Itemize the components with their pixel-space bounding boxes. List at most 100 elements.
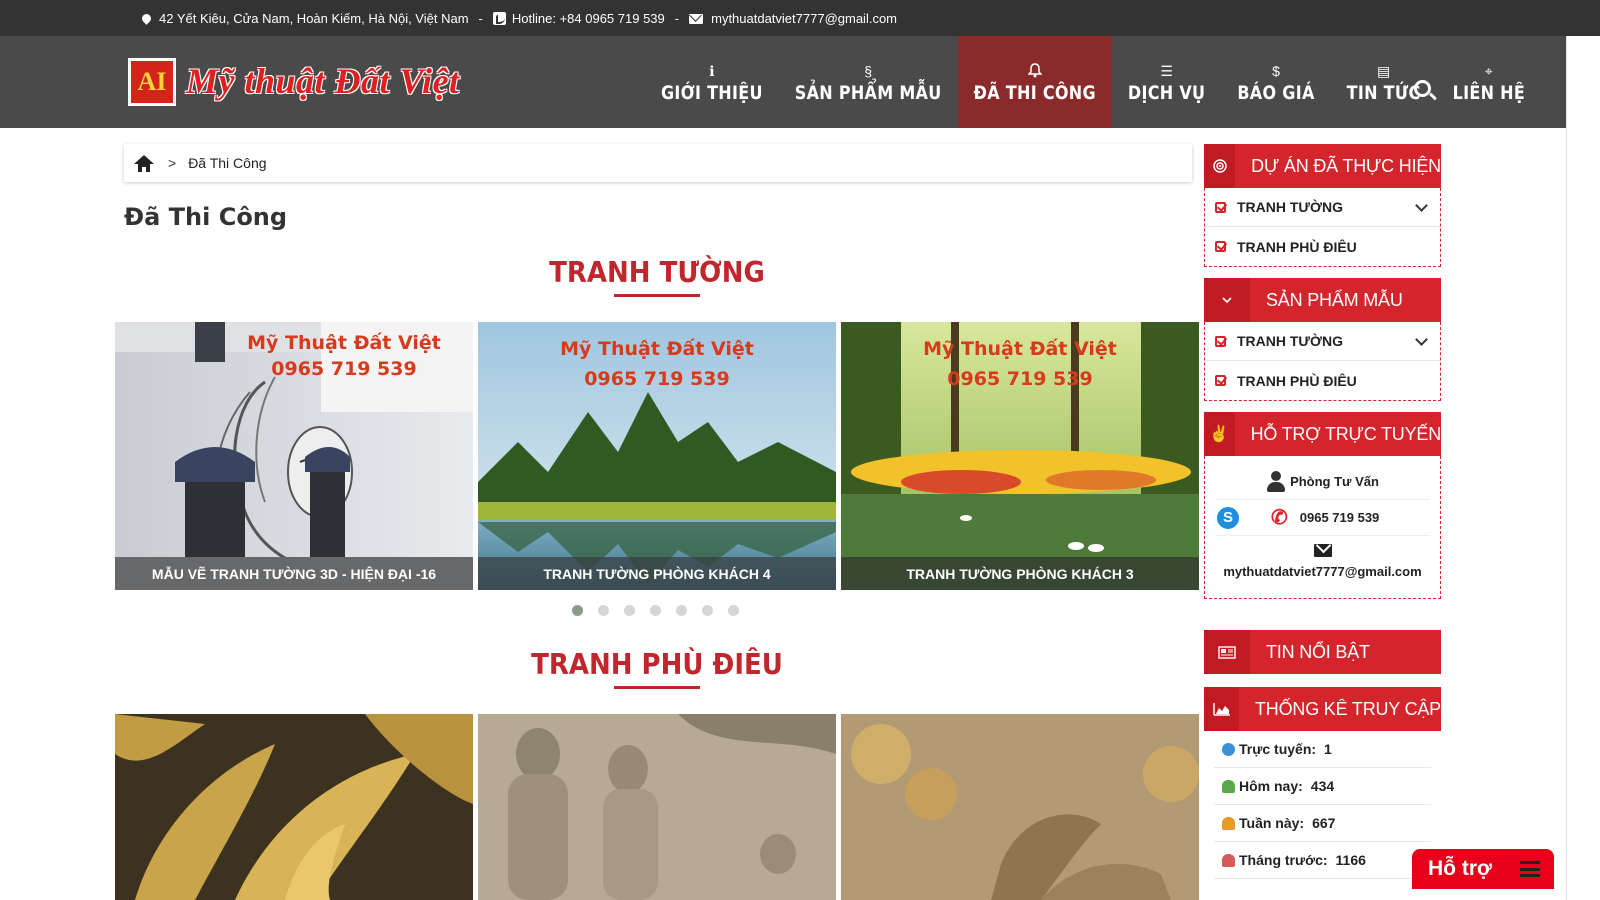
map-marker-icon: [140, 12, 153, 25]
scrollbar[interactable]: [1566, 36, 1600, 900]
check-square-icon: [1215, 335, 1226, 347]
sidebar-stats: THỐNG KÊ TRUY CẬP Trực tuyến: 1 Hôm nay:…: [1204, 687, 1441, 879]
watermark-name: Mỹ Thuật Đất Việt: [923, 338, 1117, 360]
breadcrumb: > Đã Thi Công: [124, 144, 1192, 182]
sidebar-item-tranh-phu-dieu[interactable]: TRANH PHÙ ĐIÊU: [1205, 361, 1440, 400]
sidebar-support: ✌ HỖ TRỢ TRỰC TUYẾN Phòng Tư Vấn S ✆ 096…: [1204, 412, 1441, 599]
watermark-phone: 0965 719 539: [271, 358, 417, 380]
search-icon[interactable]: [1414, 80, 1431, 97]
user-icon: [1222, 816, 1235, 830]
carousel-dots: [572, 605, 739, 616]
nav-label: LIÊN HỆ: [1452, 81, 1526, 103]
sidebar-samples: SẢN PHẨM MẪU TRANH TƯỜNG TRANH PHÙ ĐIÊU: [1204, 278, 1441, 401]
stat-row-online: Trực tuyến: 1: [1214, 731, 1431, 768]
user-icon: [1266, 470, 1286, 493]
sidebar-item-label: TRANH TƯỜNG: [1237, 199, 1343, 215]
separator: -: [478, 11, 483, 26]
dollar-icon: $: [1272, 62, 1280, 79]
card-caption: TRANH TƯỜNG PHÒNG KHÁCH 4: [478, 557, 836, 590]
stat-value: 1: [1324, 741, 1332, 757]
section-title-reliefs: TRANH PHÙ ĐIÊU: [531, 648, 783, 682]
breadcrumb-current: Đã Thi Công: [188, 155, 267, 171]
nav-label: GIỚI THIỆU: [661, 81, 763, 103]
carousel-dot[interactable]: [624, 605, 635, 616]
carousel-dot[interactable]: [728, 605, 739, 616]
envelope-icon: [1313, 543, 1332, 557]
sidebar-samples-header: SẢN PHẨM MẪU: [1204, 278, 1441, 322]
server-icon: ☰: [1160, 62, 1173, 79]
sidebar-support-header: ✌ HỖ TRỢ TRỰC TUYẾN: [1204, 412, 1441, 456]
sidebar-item-label: TRANH PHÙ ĐIÊU: [1237, 372, 1357, 389]
support-email[interactable]: mythuatdatviet7777@gmail.com: [1215, 564, 1430, 586]
email-link[interactable]: mythuatdatviet7777@gmail.com: [711, 11, 897, 26]
sidebar-item-tranh-tuong[interactable]: TRANH TƯỜNG: [1205, 188, 1440, 227]
stats-list: Trực tuyến: 1 Hôm nay: 434 Tuần này: 667…: [1204, 731, 1441, 879]
nav-item-san-pham-mau[interactable]: § SẢN PHẨM MẪU: [779, 36, 958, 128]
bell-icon: [1026, 62, 1043, 79]
spiral-icon: §: [864, 62, 873, 79]
stat-row-today: Hôm nay: 434: [1214, 768, 1431, 805]
gallery-card[interactable]: [841, 714, 1199, 900]
section-title-murals: TRANH TƯỜNG: [549, 256, 765, 290]
watermark-phone: 0965 719 539: [947, 368, 1093, 390]
golden-relief-image: [115, 714, 473, 900]
carousel-dot[interactable]: [598, 605, 609, 616]
watermark-name: Mỹ Thuật Đất Việt: [247, 332, 441, 354]
chevron-down-icon[interactable]: [1415, 199, 1428, 212]
address-text: 42 Yết Kiêu, Cửa Nam, Hoàn Kiếm, Hà Nội,…: [159, 11, 469, 26]
gallery-card[interactable]: Mỹ Thuật Đất Việt 0965 719 539 TRANH TƯỜ…: [841, 322, 1199, 590]
carousel-dot[interactable]: [676, 605, 687, 616]
home-icon[interactable]: [134, 154, 154, 172]
envelope-icon: [689, 13, 704, 24]
peacock-relief-image: [841, 714, 1199, 900]
nav-item-gioi-thieu[interactable]: ℹ GIỚI THIỆU: [645, 36, 779, 128]
hotline-number[interactable]: +84 0965 719 539: [560, 11, 665, 26]
carousel-dot[interactable]: [572, 605, 583, 616]
nav-item-da-thi-cong[interactable]: ĐÃ THI CÔNG: [957, 36, 1112, 128]
sidebar-item-label: TRANH TƯỜNG: [1237, 333, 1343, 349]
stat-label: Trực tuyến:: [1239, 741, 1317, 757]
support-contact: S ✆ 0965 719 539: [1215, 500, 1430, 536]
gallery-card[interactable]: [478, 714, 836, 900]
stat-label: Hôm nay:: [1239, 778, 1303, 794]
sidebar-projects: DỰ ÁN ĐÃ THỰC HIỆN TRANH TƯỜNG TRANH PHÙ…: [1204, 144, 1441, 267]
support-chat-button[interactable]: Hỗ trợ: [1412, 849, 1554, 889]
carousel-dot[interactable]: [702, 605, 713, 616]
logo-mark[interactable]: AI: [128, 58, 176, 106]
support-icon: ✌: [1204, 412, 1235, 456]
logo-text[interactable]: Mỹ thuật Đất Việt: [186, 60, 460, 102]
watermark-phone: 0965 719 539: [584, 368, 730, 390]
support-phone[interactable]: 0965 719 539: [1300, 510, 1380, 525]
topbar: 42 Yết Kiêu, Cửa Nam, Hoàn Kiếm, Hà Nội,…: [0, 0, 1600, 36]
sidebar-item-tranh-tuong[interactable]: TRANH TƯỜNG: [1205, 322, 1440, 361]
check-square-icon: [1215, 241, 1226, 252]
sidebar-title: DỰ ÁN ĐÃ THỰC HIỆN: [1251, 155, 1441, 176]
nav-label: BÁO GIÁ: [1237, 81, 1315, 103]
stat-row-week: Tuần này: 667: [1214, 805, 1431, 842]
nav-item-bao-gia[interactable]: $ BÁO GIÁ: [1221, 36, 1330, 128]
support-dept-label: Phòng Tư Vấn: [1290, 474, 1379, 489]
chevron-down-icon[interactable]: [1415, 333, 1428, 346]
nav-item-lien-he[interactable]: ⌖ LIÊN HỆ: [1437, 36, 1541, 128]
chevron-down-icon[interactable]: [1204, 278, 1250, 322]
sidebar-item-tranh-phu-dieu[interactable]: TRANH PHÙ ĐIÊU: [1205, 227, 1440, 266]
gallery-card[interactable]: Mỹ Thuật Đất Việt 0965 719 539 MẪU VẼ TR…: [115, 322, 473, 590]
mural-gallery: Mỹ Thuật Đất Việt 0965 719 539 MẪU VẼ TR…: [115, 322, 1199, 590]
newspaper-icon: ▤: [1377, 62, 1391, 79]
separator: -: [674, 11, 680, 26]
stat-label: Tháng trước:: [1239, 852, 1328, 868]
section-underline: [614, 686, 700, 689]
sidebar-projects-header: DỰ ÁN ĐÃ THỰC HIỆN: [1204, 144, 1441, 188]
menu-icon: [1520, 861, 1540, 877]
phone-square-icon: [492, 12, 506, 25]
gallery-card[interactable]: Mỹ Thuật Đất Việt 0965 719 539 TRANH TƯỜ…: [478, 322, 836, 590]
sidebar-news-header[interactable]: TIN NỔI BẬT: [1204, 630, 1441, 674]
carousel-dot[interactable]: [650, 605, 661, 616]
stat-label: Tuần này:: [1239, 815, 1305, 831]
nav-item-dich-vu[interactable]: ☰ DỊCH VỤ: [1112, 36, 1221, 128]
page-title: Đã Thi Công: [124, 203, 288, 231]
gallery-card[interactable]: [115, 714, 473, 900]
skype-icon[interactable]: S: [1217, 506, 1239, 529]
stat-value: 667: [1312, 815, 1336, 831]
support-dept: Phòng Tư Vấn: [1215, 464, 1430, 500]
